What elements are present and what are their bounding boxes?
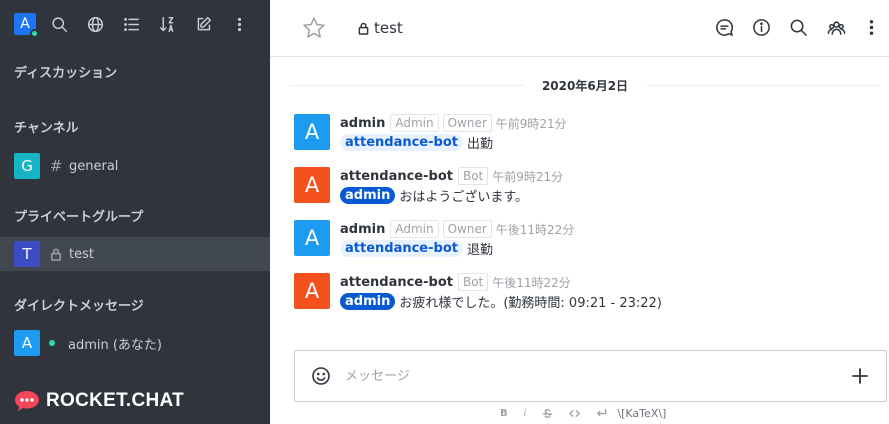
search-icon[interactable] [788, 17, 808, 37]
edit-icon[interactable] [194, 15, 212, 33]
rocket-chat-logo: ROCKET.CHAT [14, 389, 184, 413]
hash-icon: # [49, 157, 63, 175]
team-icon[interactable] [826, 17, 846, 37]
sidebar-item-label: test [69, 246, 94, 262]
role-tag: Bot [457, 167, 489, 185]
role-tag: Admin [390, 114, 439, 132]
divider [290, 84, 524, 86]
room-title-text: test [374, 19, 403, 37]
italic-button[interactable]: i [524, 408, 527, 419]
formatting-toolbar: B i \[KaTeX\] [500, 407, 682, 420]
star-icon[interactable] [302, 16, 326, 40]
message-time: 午前9時21分 [495, 116, 567, 131]
online-status-dot [30, 29, 39, 38]
message-avatar[interactable]: A [294, 114, 330, 150]
discussion-icon[interactable] [714, 17, 734, 37]
room-avatar: T [14, 241, 40, 267]
message-username[interactable]: admin [340, 222, 385, 237]
message-username[interactable]: admin [340, 116, 385, 131]
sort-icon[interactable] [158, 15, 176, 33]
section-channels: チャンネル [14, 121, 79, 136]
divider [646, 84, 881, 86]
kebab-icon[interactable] [861, 17, 881, 37]
day-separator-label: 2020年6月2日 [541, 78, 629, 93]
rocket-logo-icon [15, 391, 39, 411]
user-mention[interactable]: attendance-bot [340, 240, 463, 257]
message-text: おはようございます。 [399, 190, 529, 205]
message-text: 出勤 [466, 137, 493, 152]
globe-icon[interactable] [86, 15, 104, 33]
role-tag: Owner [442, 220, 492, 238]
message-composer [294, 350, 887, 402]
sidebar: A ディスカッション チャンネル G # general プライベートグループ … [0, 0, 270, 424]
kebab-icon[interactable] [230, 15, 248, 33]
user-mention[interactable]: admin [340, 187, 396, 204]
online-status-dot [49, 340, 55, 346]
user-avatar[interactable]: A [14, 13, 39, 38]
message-avatar[interactable]: A [294, 167, 330, 203]
message-avatar[interactable]: A [294, 220, 330, 256]
room-avatar: G [14, 153, 40, 179]
sidebar-item-label: admin (あなた) [68, 337, 163, 353]
section-discussion[interactable]: ディスカッション [14, 62, 117, 81]
sidebar-item-label: general [69, 158, 119, 174]
sidebar-item-admin[interactable]: A admin (あなた) [0, 326, 270, 360]
bold-button[interactable]: B [500, 408, 508, 419]
logo-text: ROCKET.CHAT [46, 390, 185, 411]
user-mention[interactable]: admin [340, 293, 396, 310]
sidebar-toolbar: A [0, 0, 270, 48]
message-text: 退勤 [466, 243, 493, 258]
role-tag: Owner [442, 114, 492, 132]
lock-icon [49, 248, 63, 261]
message-time: 午後11時22分 [495, 222, 575, 237]
role-tag: Bot [457, 273, 489, 291]
day-separator: 2020年6月2日 [290, 76, 881, 94]
search-icon[interactable] [50, 15, 68, 33]
message-time: 午前9時21分 [492, 169, 564, 184]
role-tag: Admin [390, 220, 439, 238]
room-title: test [358, 19, 403, 37]
code-icon[interactable] [569, 408, 581, 419]
strikethrough-icon[interactable] [542, 408, 553, 419]
user-avatar-letter: A [20, 16, 30, 32]
list-icon[interactable] [122, 15, 140, 33]
message-time: 午後11時22分 [492, 275, 571, 290]
message-input[interactable] [345, 365, 825, 387]
message-username[interactable]: attendance-bot [340, 275, 453, 290]
plus-icon[interactable] [850, 366, 870, 386]
user-mention[interactable]: attendance-bot [340, 134, 463, 151]
katex-button[interactable]: \[KaTeX\] [617, 407, 666, 420]
emoji-icon[interactable] [311, 366, 331, 386]
section-private-groups: プライベートグループ [14, 210, 144, 225]
room-avatar: A [14, 330, 40, 356]
info-icon[interactable] [751, 17, 771, 37]
room-header: test [270, 0, 889, 57]
lock-icon [358, 22, 369, 35]
sidebar-item-test[interactable]: T test [0, 237, 270, 271]
section-direct-messages: ダイレクトメッセージ [14, 299, 144, 314]
message-avatar[interactable]: A [294, 273, 330, 309]
message-username[interactable]: attendance-bot [340, 169, 453, 184]
newline-icon[interactable] [596, 408, 607, 419]
message-text: お疲れ様でした。(勤務時間: 09:21 - 23:22) [399, 296, 662, 311]
sidebar-item-general[interactable]: G # general [0, 149, 270, 183]
